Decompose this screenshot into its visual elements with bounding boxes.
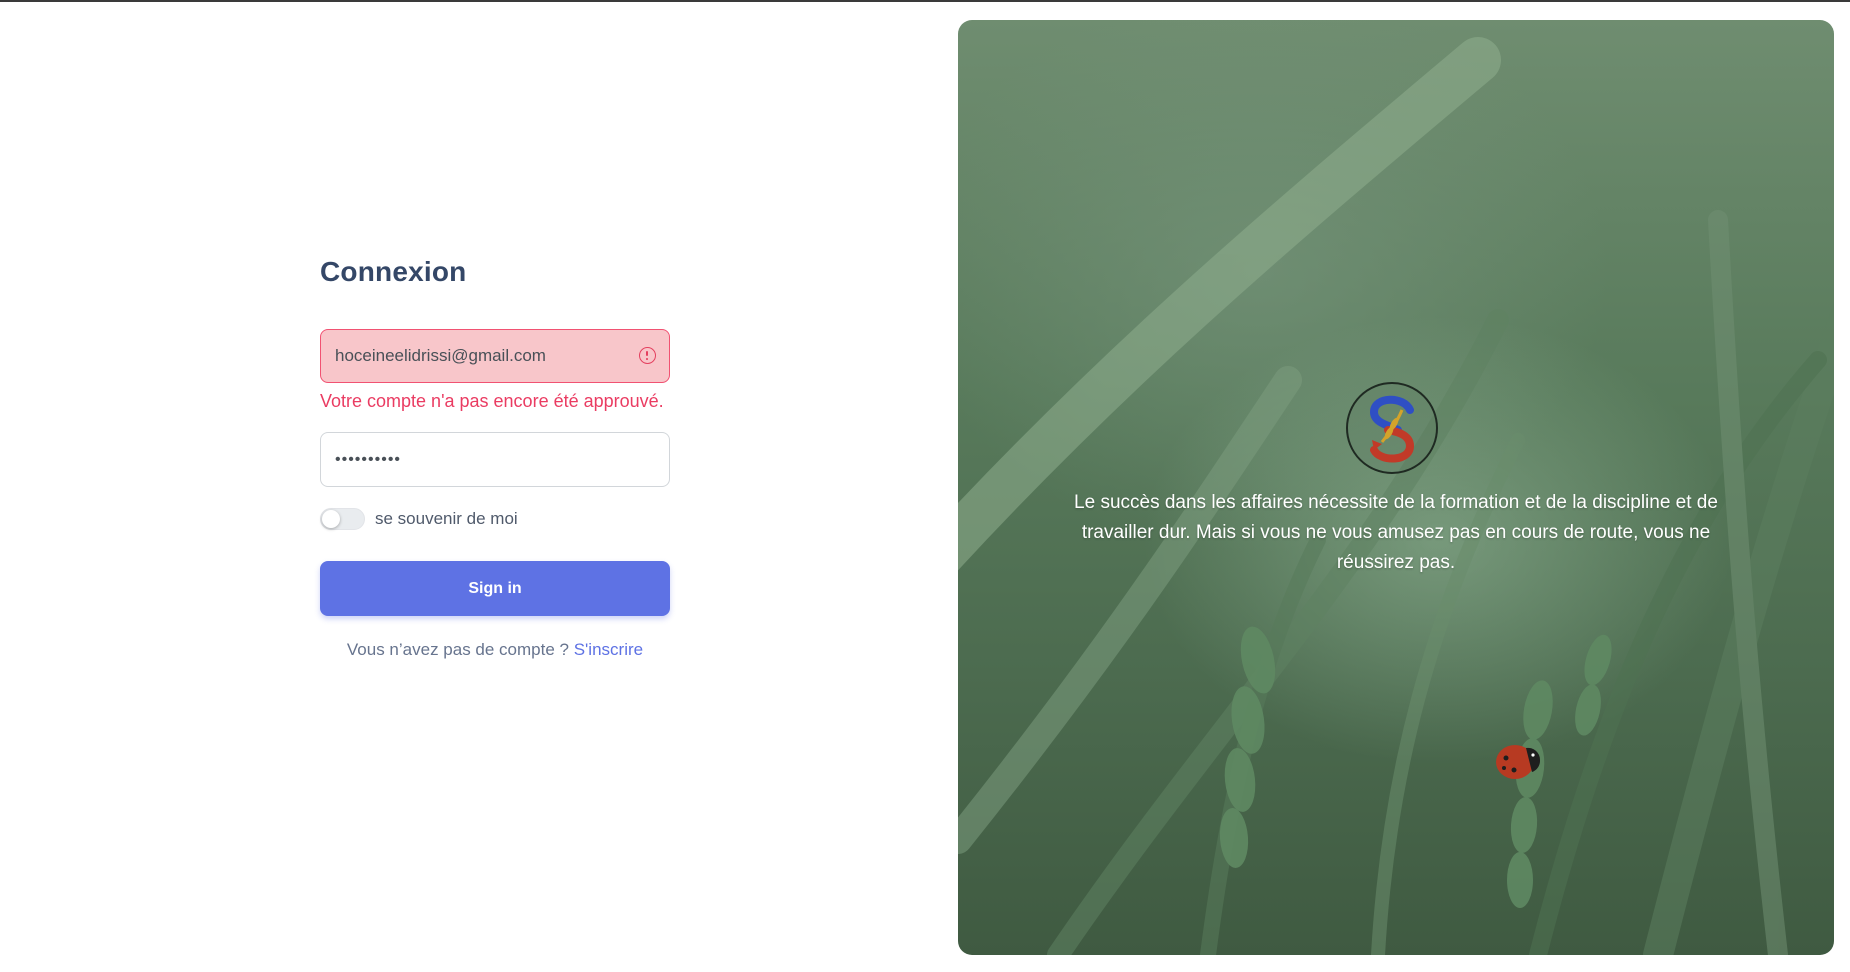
email-field-wrapper (320, 329, 670, 383)
email-field[interactable] (320, 329, 670, 383)
error-icon (639, 347, 656, 364)
background-image-panel: Le succès dans les affaires nécessite de… (958, 20, 1834, 955)
s-leaf-logo-icon (1346, 382, 1438, 474)
remember-me-toggle[interactable] (320, 508, 365, 530)
signup-link[interactable]: S'inscrire (574, 640, 643, 659)
toggle-knob (322, 510, 340, 528)
signup-prompt: Vous n’avez pas de compte ? S'inscrire (320, 640, 670, 660)
no-account-text: Vous n’avez pas de compte ? (346, 640, 569, 659)
panel-content: Le succès dans les affaires nécessite de… (958, 20, 1834, 955)
password-field[interactable] (320, 432, 670, 487)
remember-me-row: se souvenir de moi (320, 507, 670, 531)
top-border (0, 0, 1850, 2)
remember-me-label[interactable]: se souvenir de moi (375, 509, 518, 529)
login-form: Connexion Votre compte n'a pas encore ét… (320, 250, 670, 660)
quote-text: Le succès dans les affaires nécessite de… (1074, 492, 1718, 573)
email-error-message: Votre compte n'a pas encore été approuvé… (320, 391, 664, 411)
sign-in-button[interactable]: Sign in (320, 561, 670, 616)
page-title: Connexion (320, 256, 467, 287)
